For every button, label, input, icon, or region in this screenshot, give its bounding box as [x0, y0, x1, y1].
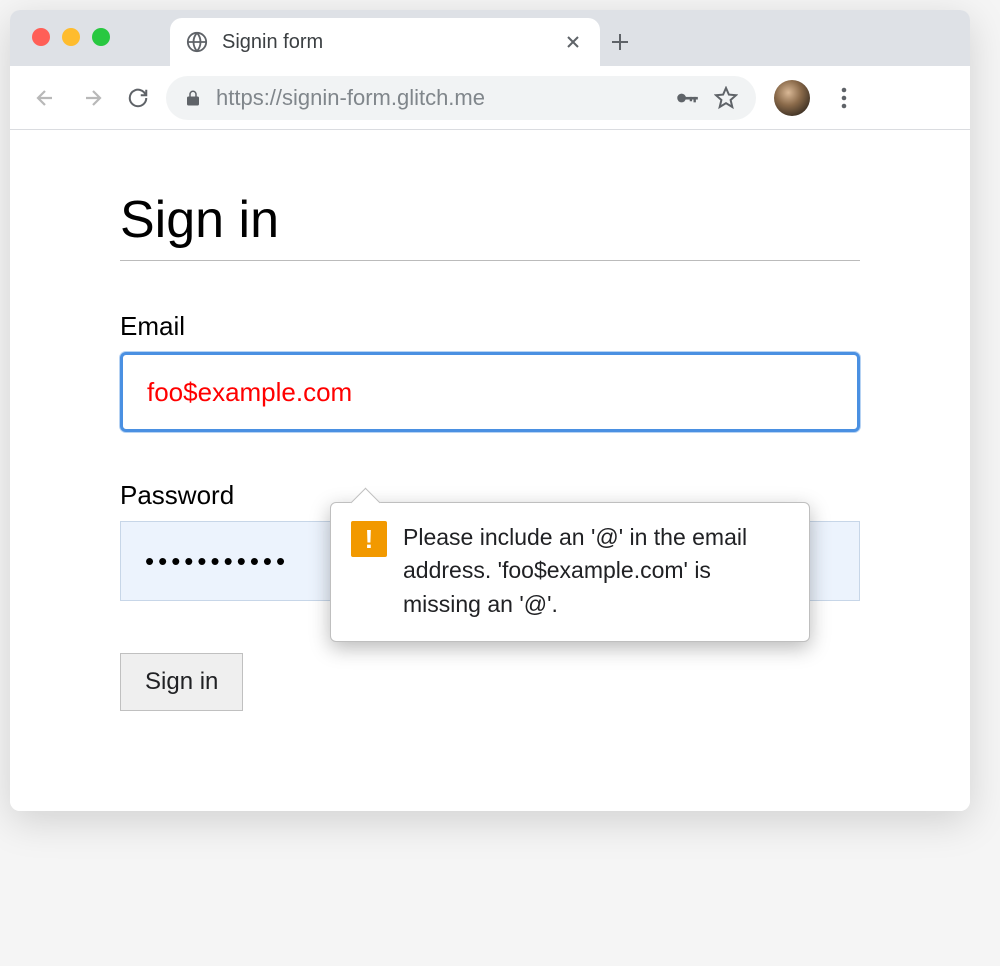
- back-button[interactable]: [28, 80, 64, 116]
- star-icon[interactable]: [714, 86, 738, 110]
- forward-button[interactable]: [74, 80, 110, 116]
- maximize-window-button[interactable]: [92, 28, 110, 46]
- browser-tab[interactable]: Signin form: [170, 18, 600, 66]
- validation-tooltip: ! Please include an '@' in the email add…: [330, 502, 810, 642]
- warning-icon: !: [351, 521, 387, 557]
- minimize-window-button[interactable]: [62, 28, 80, 46]
- new-tab-button[interactable]: [600, 18, 640, 66]
- reload-button[interactable]: [120, 80, 156, 116]
- page-content: Sign in Email Password Sign in: [10, 130, 970, 811]
- titlebar: Signin form: [10, 10, 970, 66]
- signin-button[interactable]: Sign in: [120, 653, 243, 711]
- lock-icon: [184, 89, 202, 107]
- browser-window: Signin form: [10, 10, 970, 811]
- globe-icon: [186, 31, 208, 53]
- browser-toolbar: https://signin-form.glitch.me: [10, 66, 970, 130]
- url-text: https://signin-form.glitch.me: [216, 85, 660, 111]
- address-bar[interactable]: https://signin-form.glitch.me: [166, 76, 756, 120]
- validation-message: Please include an '@' in the email addre…: [403, 521, 789, 621]
- menu-button[interactable]: [826, 80, 862, 116]
- email-input[interactable]: [120, 352, 860, 432]
- close-window-button[interactable]: [32, 28, 50, 46]
- close-tab-button[interactable]: [562, 31, 584, 53]
- window-controls: [32, 28, 110, 46]
- key-icon[interactable]: [674, 85, 700, 111]
- email-group: Email: [120, 311, 860, 432]
- email-label: Email: [120, 311, 860, 342]
- profile-avatar[interactable]: [774, 80, 810, 116]
- page-heading: Sign in: [120, 190, 860, 261]
- tab-title: Signin form: [222, 31, 548, 54]
